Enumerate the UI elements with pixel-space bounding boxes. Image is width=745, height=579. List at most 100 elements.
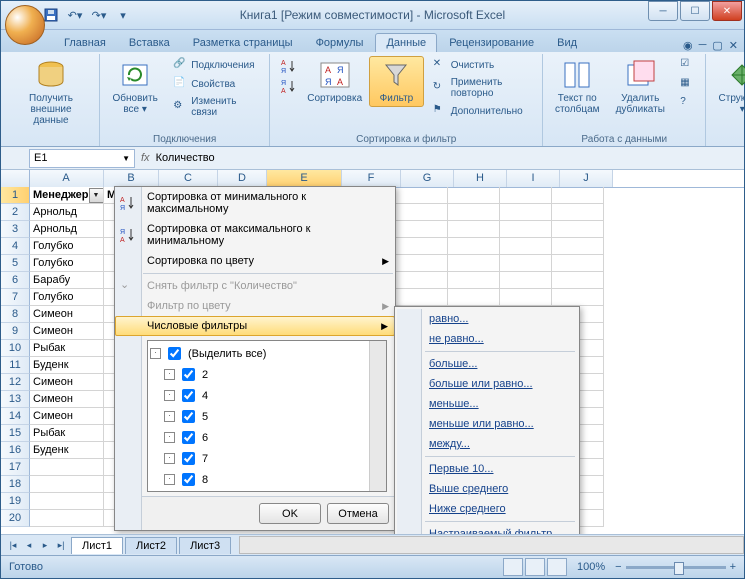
row-header[interactable]: 15	[1, 425, 30, 442]
row-header[interactable]: 17	[1, 459, 30, 476]
select-all-corner[interactable]	[1, 170, 30, 188]
mdi-close-icon[interactable]: ✕	[729, 39, 738, 52]
column-header-H[interactable]: H	[454, 170, 507, 187]
filter-checkbox[interactable]	[182, 368, 195, 381]
cell[interactable]: Симеон	[30, 408, 104, 425]
sub-less[interactable]: меньше...	[397, 394, 577, 414]
view-normal-button[interactable]	[503, 558, 523, 576]
sub-greater-eq[interactable]: больше или равно...	[397, 374, 577, 394]
cell[interactable]	[30, 493, 104, 510]
cell[interactable]	[396, 187, 448, 204]
cell[interactable]	[396, 238, 448, 255]
sort-button[interactable]: АЯЯА Сортировка	[304, 56, 365, 107]
row-header[interactable]: 14	[1, 408, 30, 425]
minimize-button[interactable]: ─	[648, 1, 678, 21]
cell[interactable]	[396, 204, 448, 221]
row-header[interactable]: 6	[1, 272, 30, 289]
cell[interactable]: Симеон	[30, 374, 104, 391]
row-header[interactable]: 8	[1, 306, 30, 323]
sub-equals[interactable]: равно...	[397, 309, 577, 329]
horizontal-scrollbar[interactable]	[239, 536, 744, 554]
cell[interactable]	[500, 289, 552, 306]
cell[interactable]: Голубко	[30, 255, 104, 272]
cell[interactable]	[500, 238, 552, 255]
zoom-out-button[interactable]: −	[615, 561, 621, 573]
column-header-G[interactable]: G	[401, 170, 454, 187]
cell[interactable]	[448, 187, 500, 204]
remove-duplicates-button[interactable]: Удалить дубликаты	[609, 56, 671, 118]
tab-formulas[interactable]: Формулы	[305, 33, 375, 52]
cell[interactable]: Симеон	[30, 306, 104, 323]
outline-button[interactable]: Структура ▾	[712, 56, 745, 118]
sub-above-avg[interactable]: Выше среднего	[397, 479, 577, 499]
ok-button[interactable]: OK	[259, 503, 321, 524]
cell[interactable]	[500, 272, 552, 289]
cell[interactable]: Симеон	[30, 323, 104, 340]
row-header[interactable]: 2	[1, 204, 30, 221]
cell[interactable]	[552, 289, 604, 306]
filter-button[interactable]: Фильтр	[369, 56, 424, 107]
filter-dropdown-icon[interactable]: ▼	[89, 188, 104, 203]
cancel-button[interactable]: Отмена	[327, 503, 389, 524]
row-header[interactable]: 12	[1, 374, 30, 391]
sub-between[interactable]: между...	[397, 434, 577, 454]
row-header[interactable]: 13	[1, 391, 30, 408]
refresh-all-button[interactable]: Обновить все ▾	[106, 56, 164, 118]
maximize-button[interactable]: ☐	[680, 1, 710, 21]
sort-asc-button[interactable]: АЯ	[276, 56, 300, 74]
filter-checkbox[interactable]	[182, 452, 195, 465]
name-box[interactable]: E1▼	[29, 149, 135, 168]
cell[interactable]: Арнольд	[30, 204, 104, 221]
filter-checkbox[interactable]	[168, 347, 181, 360]
sub-below-avg[interactable]: Ниже среднего	[397, 499, 577, 519]
cell[interactable]	[396, 272, 448, 289]
cell[interactable]	[448, 255, 500, 272]
clear-filter-button[interactable]: ✕Очистить	[428, 56, 537, 74]
sub-not-equals[interactable]: не равно...	[397, 329, 577, 349]
tab-insert[interactable]: Вставка	[118, 33, 181, 52]
column-header-D[interactable]: D	[218, 170, 267, 187]
get-external-data-button[interactable]: Получить внешние данные	[9, 56, 93, 129]
sub-less-eq[interactable]: меньше или равно...	[397, 414, 577, 434]
cell[interactable]	[500, 255, 552, 272]
sheet-tab-3[interactable]: Лист3	[179, 537, 231, 554]
mdi-restore-icon[interactable]: ▢	[712, 39, 722, 52]
row-header[interactable]: 9	[1, 323, 30, 340]
row-header[interactable]: 16	[1, 442, 30, 459]
mdi-minimize-icon[interactable]: ─	[699, 39, 707, 52]
filter-checklist[interactable]: ·(Выделить все)·2·4·5·6·7·8·9·10·12	[147, 340, 387, 492]
cell[interactable]	[448, 204, 500, 221]
formula-input[interactable]	[154, 151, 744, 165]
sheet-tab-1[interactable]: Лист1	[71, 537, 123, 554]
sub-greater[interactable]: больше...	[397, 354, 577, 374]
cell[interactable]: Симеон	[30, 391, 104, 408]
cell[interactable]	[552, 238, 604, 255]
row-header[interactable]: 1	[1, 187, 30, 204]
cell[interactable]	[30, 459, 104, 476]
cell[interactable]	[448, 289, 500, 306]
cell[interactable]	[552, 255, 604, 272]
zoom-in-button[interactable]: +	[730, 561, 736, 573]
cell[interactable]	[552, 204, 604, 221]
cell[interactable]	[500, 221, 552, 238]
sheet-nav-first[interactable]: |◂	[5, 540, 21, 551]
whatif-button[interactable]: ?	[675, 94, 699, 112]
row-header[interactable]: 3	[1, 221, 30, 238]
view-layout-button[interactable]	[525, 558, 545, 576]
column-header-C[interactable]: C	[159, 170, 218, 187]
row-header[interactable]: 19	[1, 493, 30, 510]
menu-sort-asc[interactable]: АЯ Сортировка от минимального к максимал…	[115, 187, 395, 219]
cell[interactable]	[396, 221, 448, 238]
menu-sort-color[interactable]: Сортировка по цвету▶	[115, 251, 395, 271]
cell[interactable]	[552, 221, 604, 238]
text-to-columns-button[interactable]: Текст по столбцам	[549, 56, 605, 118]
sheet-nav-prev[interactable]: ◂	[21, 540, 37, 551]
sub-custom[interactable]: Настраиваемый фильтр...	[397, 524, 577, 534]
cell[interactable]: Голубко	[30, 238, 104, 255]
sheet-tab-2[interactable]: Лист2	[125, 537, 177, 554]
row-header[interactable]: 10	[1, 340, 30, 357]
data-validation-button[interactable]: ☑	[675, 56, 699, 74]
cell[interactable]	[500, 187, 552, 204]
cell[interactable]	[396, 255, 448, 272]
cell[interactable]	[500, 204, 552, 221]
